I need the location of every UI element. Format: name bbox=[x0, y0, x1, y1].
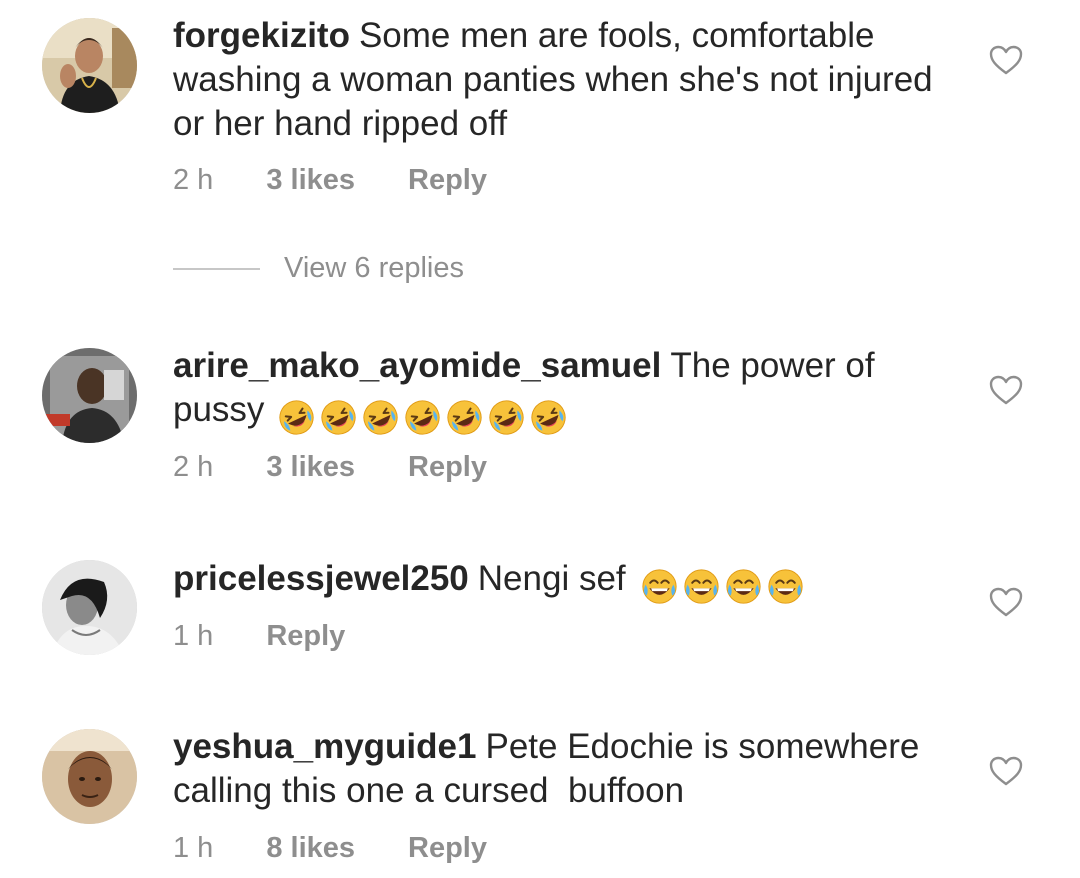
reply-button[interactable]: Reply bbox=[408, 449, 487, 485]
comment-body: Nengi sef bbox=[477, 559, 626, 598]
emoji-row bbox=[641, 563, 809, 607]
comment-likes[interactable]: 8 likes bbox=[266, 830, 355, 866]
avatar[interactable] bbox=[42, 348, 137, 443]
avatar[interactable] bbox=[42, 729, 137, 824]
reply-button[interactable]: Reply bbox=[408, 162, 487, 198]
heart-icon[interactable] bbox=[989, 45, 1023, 75]
face-with-tears-of-joy-emoji bbox=[683, 568, 720, 605]
rolling-on-floor-laughing-emoji bbox=[446, 399, 483, 436]
comment-text: forgekizito Some men are fools, comfortab… bbox=[173, 14, 953, 146]
comment-username[interactable]: arire_mako_ayomide_samuel bbox=[173, 346, 661, 385]
avatar[interactable] bbox=[42, 18, 137, 113]
heart-icon[interactable] bbox=[989, 587, 1023, 617]
comment-text: arire_mako_ayomide_samuel The power of pu… bbox=[173, 344, 953, 438]
rolling-on-floor-laughing-emoji bbox=[530, 399, 567, 436]
face-with-tears-of-joy-emoji bbox=[725, 568, 762, 605]
comment-text: pricelessjewel250 Nengi sef bbox=[173, 557, 953, 607]
comment-meta: 1 h Reply bbox=[173, 618, 345, 654]
reply-button[interactable]: Reply bbox=[408, 830, 487, 866]
replies-divider bbox=[173, 267, 260, 270]
avatar[interactable] bbox=[42, 560, 137, 655]
comment-time: 2 h bbox=[173, 451, 214, 483]
heart-icon[interactable] bbox=[989, 756, 1023, 786]
comment-likes[interactable]: 3 likes bbox=[266, 162, 355, 198]
view-replies-label[interactable]: View 6 replies bbox=[284, 252, 464, 284]
comment-likes[interactable]: 3 likes bbox=[266, 449, 355, 485]
rolling-on-floor-laughing-emoji bbox=[320, 399, 357, 436]
heart-icon[interactable] bbox=[989, 375, 1023, 405]
rolling-on-floor-laughing-emoji bbox=[278, 399, 315, 436]
comment-meta: 2 h 3 likes Reply bbox=[173, 449, 487, 485]
face-with-tears-of-joy-emoji bbox=[641, 568, 678, 605]
reply-button[interactable]: Reply bbox=[266, 618, 345, 654]
face-with-tears-of-joy-emoji bbox=[767, 568, 804, 605]
rolling-on-floor-laughing-emoji bbox=[488, 399, 525, 436]
emoji-row bbox=[278, 394, 572, 438]
comment-time: 1 h bbox=[173, 832, 214, 864]
comment-text: yeshua_myguide1 Pete Edochie is somewhere… bbox=[173, 725, 953, 813]
comment-meta: 1 h 8 likes Reply bbox=[173, 830, 487, 866]
comment-username[interactable]: forgekizito bbox=[173, 16, 350, 55]
view-replies-button[interactable]: View 6 replies bbox=[173, 252, 464, 288]
comment-time: 2 h bbox=[173, 164, 214, 196]
comment-time: 1 h bbox=[173, 620, 214, 652]
rolling-on-floor-laughing-emoji bbox=[404, 399, 441, 436]
comment-meta: 2 h 3 likes Reply bbox=[173, 162, 487, 198]
rolling-on-floor-laughing-emoji bbox=[362, 399, 399, 436]
comment-username[interactable]: yeshua_myguide1 bbox=[173, 727, 476, 766]
comment-username[interactable]: pricelessjewel250 bbox=[173, 559, 469, 598]
